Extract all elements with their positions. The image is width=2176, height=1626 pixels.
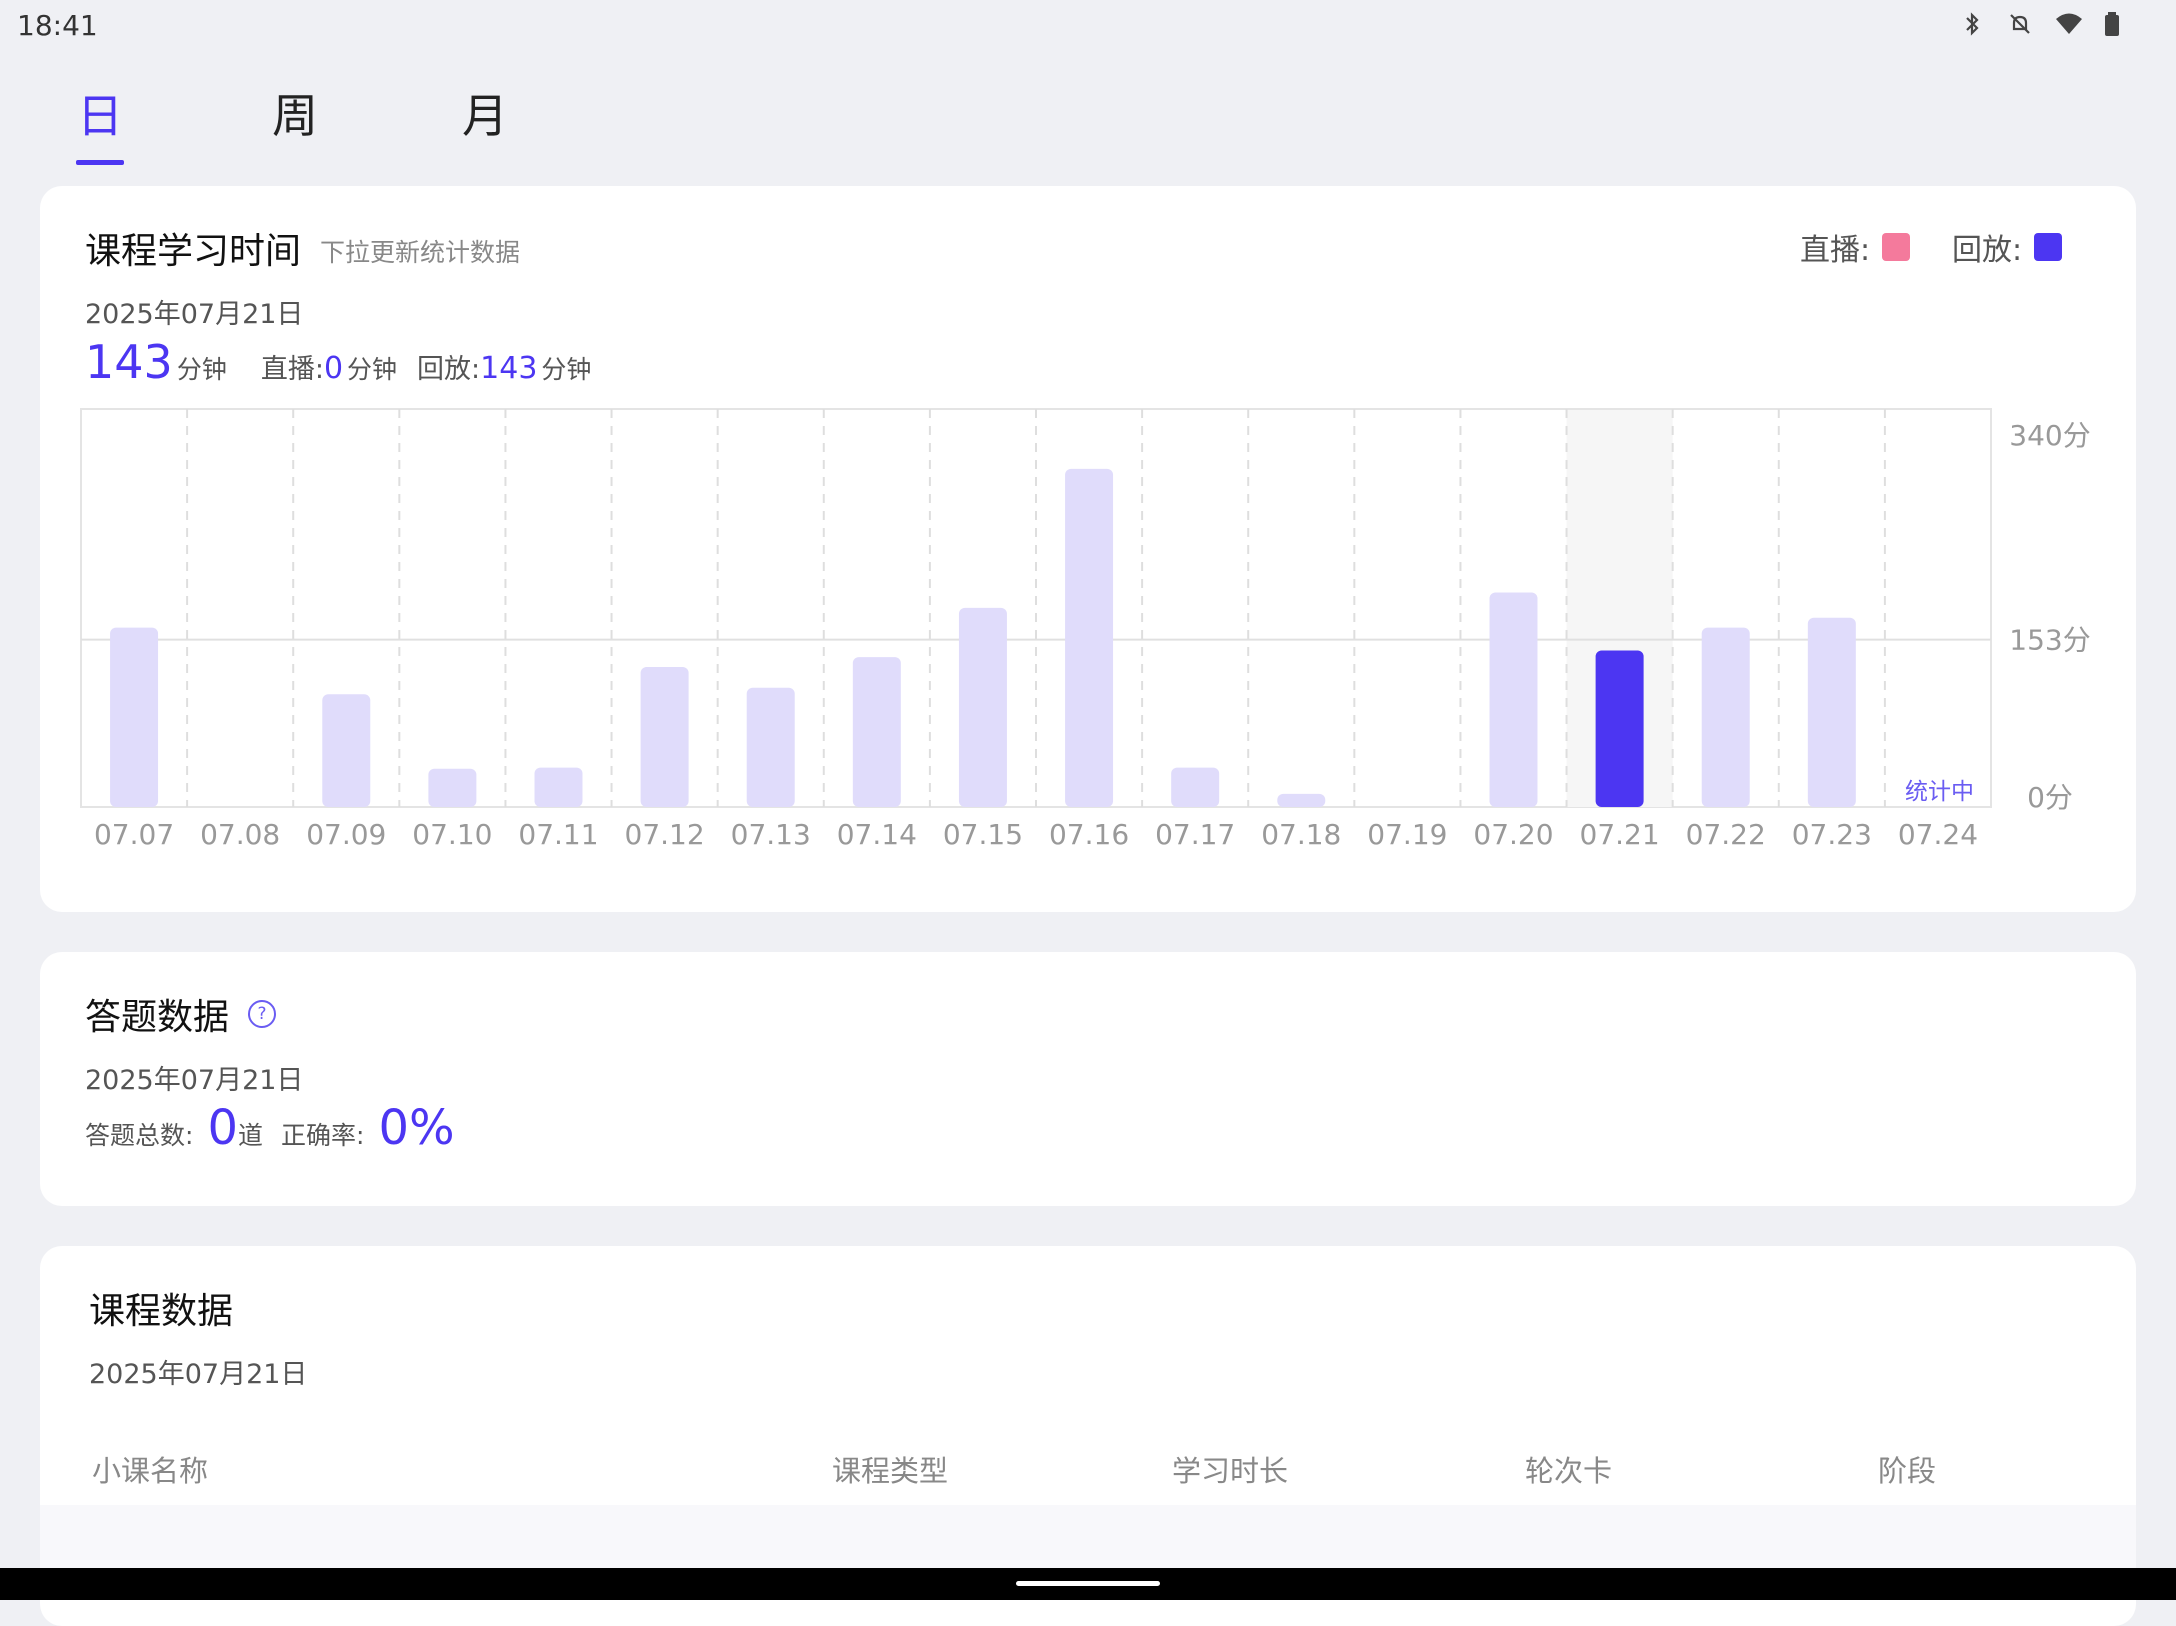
tab-day[interactable]: 日 [65, 80, 135, 146]
study-time-title: 课程学习时间 [85, 231, 302, 272]
answer-date: 2025年07月21日 [85, 1065, 304, 1096]
home-handle[interactable] [1016, 1581, 1160, 1586]
study-time-card [40, 186, 2136, 912]
study-date: 2025年07月21日 [85, 299, 304, 330]
notifications-off-icon [2006, 10, 2034, 38]
answer-data-title: 答题数据 [85, 997, 230, 1038]
battery-icon [2102, 10, 2130, 38]
column-lesson-name: 小课名称 [92, 1454, 209, 1488]
legend-live-label: 直播: [1800, 233, 1871, 268]
live-label: 直播: [260, 354, 324, 385]
bluetooth-icon [1958, 10, 1986, 38]
tab-week[interactable]: 周 [260, 80, 330, 146]
course-date: 2025年07月21日 [89, 1359, 308, 1390]
column-stage: 阶段 [1878, 1454, 1937, 1488]
tab-month[interactable]: 月 [450, 80, 520, 146]
answer-summary: 答题总数: 0 道 正确率: 0% [85, 1100, 455, 1156]
accuracy-label: 正确率: [281, 1121, 365, 1150]
navigation-bar [0, 1568, 2176, 1600]
column-round-card: 轮次卡 [1525, 1454, 1613, 1488]
status-time: 18:41 [17, 9, 98, 42]
accuracy-value: 0% [378, 1100, 455, 1156]
column-course-type: 课程类型 [832, 1454, 949, 1488]
live-minutes-unit: 分钟 [347, 355, 398, 384]
legend-replay-swatch [2034, 233, 2063, 261]
wifi-icon [2054, 10, 2082, 38]
replay-minutes-unit: 分钟 [541, 355, 592, 384]
total-minutes-unit: 分钟 [176, 355, 227, 384]
study-summary: 143 分钟 直播: 0 分钟 回放: 143 分钟 [85, 335, 591, 389]
replay-label: 回放: [417, 354, 481, 385]
answer-data-card [40, 952, 2136, 1206]
column-study-duration: 学习时长 [1172, 1454, 1289, 1488]
answer-total-value: 0 [207, 1100, 238, 1156]
legend-live: 直播: [1800, 225, 1911, 269]
live-minutes: 0 [323, 351, 344, 386]
legend-replay-label: 回放: [1952, 233, 2023, 268]
answer-total-label: 答题总数: [85, 1121, 194, 1150]
legend-replay: 回放: [1952, 225, 2063, 269]
refresh-hint: 下拉更新统计数据 [320, 238, 521, 267]
replay-minutes: 143 [480, 351, 538, 386]
answer-total-unit: 道 [237, 1121, 263, 1150]
legend-live-swatch [1882, 233, 1911, 261]
period-tabs: 日 周 月 [0, 80, 700, 170]
table-row[interactable] [40, 1505, 2136, 1575]
course-data-title: 课程数据 [89, 1291, 234, 1332]
help-icon[interactable]: ? [248, 1000, 276, 1028]
status-icons [1958, 10, 2130, 38]
total-minutes: 143 [85, 335, 173, 389]
tab-active-indicator [76, 160, 124, 165]
status-bar: 18:41 [0, 0, 2176, 50]
